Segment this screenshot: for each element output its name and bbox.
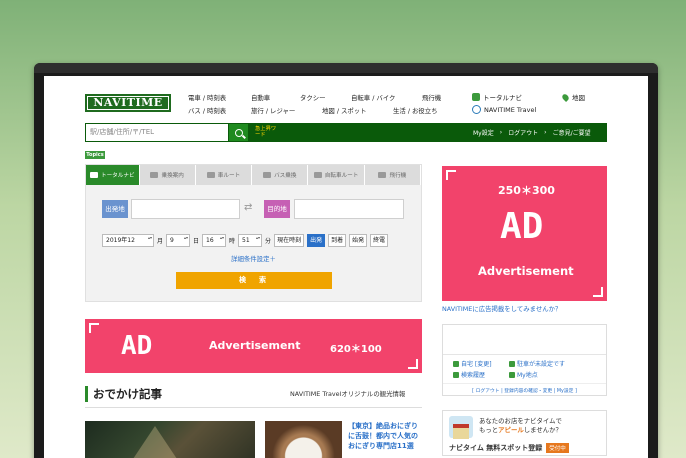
route-tabs: トータルナビ 乗換案内 車ルート バス乗換 自転車ルート 飛行機 [86, 165, 422, 185]
total-navi-link[interactable]: トータルナビ [472, 92, 522, 102]
section-title: おでかけ記事 [85, 386, 162, 402]
corner-mark [408, 359, 418, 369]
nav-row-1: 電車 / 時刻表 自動車 タクシー 自転車 / バイク 飛行機 [188, 93, 458, 102]
my-settings-header [443, 325, 606, 355]
nav-bus[interactable]: バス / 時刻表 [188, 106, 226, 115]
bus-icon [263, 172, 272, 178]
corner-mark [593, 287, 603, 297]
topics-badge[interactable]: Topics [85, 151, 105, 159]
spot-icon [509, 371, 515, 378]
monitor-bezel-top [34, 63, 658, 73]
day-select[interactable]: 9 [166, 234, 191, 247]
promo-text: あなたのお店をナビタイムで もっとアピールしませんか？ [479, 417, 562, 434]
route-search-panel: トータルナビ 乗換案内 車ルート バス乗換 自転車ルート 飛行機 出発地 ⇄ 目… [85, 164, 422, 302]
nav-travel[interactable]: 旅行 / レジャー [251, 106, 295, 115]
tab-bicycle[interactable]: 自転車ルート [308, 165, 365, 185]
swap-icon[interactable]: ⇄ [244, 202, 252, 213]
corner-mark [89, 323, 99, 333]
article-photo-onigiri[interactable] [265, 421, 342, 458]
ad-banner-250x300[interactable]: 250＊300 AD Advertisement [442, 166, 607, 301]
ad-banner-620x100[interactable]: AD Advertisement 620＊100 [85, 319, 422, 373]
nav-map[interactable]: 地図 / スポット [322, 106, 367, 115]
monitor-frame: NAVITIME 電車 / 時刻表 自動車 タクシー 自転車 / バイク 飛行機… [34, 63, 658, 458]
minute-select[interactable]: 51 [238, 234, 263, 247]
plane-icon [378, 172, 387, 178]
tab-plane[interactable]: 飛行機 [364, 165, 422, 185]
shop-icon [449, 416, 473, 439]
mode-first-train[interactable]: 始発 [349, 234, 368, 247]
navitime-page: NAVITIME 電車 / 時刻表 自動車 タクシー 自転車 / バイク 飛行機… [85, 76, 613, 458]
promo-cta[interactable]: ナビタイム 無料スポット登録 受付中 [449, 443, 569, 453]
account-links: My設定 › ログアウト › ご意見/ご要望 [473, 128, 591, 137]
my-settings-box: 自宅 [変更] 駐車が未設定です 検索履歴 My地点 [ ログアウト | 登録内… [442, 324, 607, 396]
article-photo-night-tree[interactable] [85, 421, 255, 458]
tab-bus[interactable]: バス乗換 [252, 165, 309, 185]
nav-train[interactable]: 電車 / 時刻表 [188, 93, 226, 102]
bicycle-icon [313, 172, 322, 178]
status-badge: 受付中 [546, 443, 569, 453]
browser-screen: NAVITIME 電車 / 時刻表 自動車 タクシー 自転車 / バイク 飛行機… [44, 76, 648, 458]
parking-setting-link[interactable]: 駐車が未設定です [509, 359, 565, 368]
home-icon [453, 360, 459, 367]
mode-departure[interactable]: 出発 [307, 234, 326, 247]
map-link[interactable]: 地図 [560, 92, 585, 102]
ad-size-label: 250＊300 [498, 184, 555, 197]
search-icon [234, 128, 243, 137]
nav-taxi[interactable]: タクシー [300, 93, 326, 102]
my-settings-link[interactable]: My設定 [473, 128, 494, 137]
tab-total-navi[interactable]: トータルナビ [86, 165, 140, 185]
my-settings-footer[interactable]: [ ログアウト | 登録内容の確認・変更 | My設定 ] [443, 383, 606, 394]
ad-size-label: 620＊100 [330, 344, 382, 355]
ad-subtitle: Advertisement [478, 264, 574, 278]
parking-icon [509, 360, 515, 367]
ad-title: AD [121, 331, 153, 361]
search-history-link[interactable]: 検索履歴 [453, 370, 485, 379]
my-spots-link[interactable]: My地点 [509, 370, 538, 379]
total-navi-icon [89, 172, 98, 178]
route-search-button[interactable]: 検 索 [176, 272, 332, 289]
mode-arrival[interactable]: 到着 [328, 234, 347, 247]
datetime-row: 2019年12 月 9 日 16 時 51 分 現在時刻 出発 到着 始発 終電 [102, 234, 389, 247]
tab-car[interactable]: 車ルート [195, 165, 253, 185]
nav-row-2: バス / 時刻表 旅行 / レジャー 地図 / スポット 生活 / お役立ち [188, 106, 458, 115]
article-title-link[interactable]: 【東京】絶品おにぎりに舌鼓！都内で人気のおにぎり専門店11選 [348, 421, 423, 451]
search-bar: 駅/店舗/住所/〒/TEL 急上昇ワード My設定 › ログアウト › ご意見/… [85, 123, 607, 142]
hour-select[interactable]: 16 [202, 234, 227, 247]
search-input[interactable]: 駅/店舗/住所/〒/TEL [86, 124, 228, 141]
advertise-link[interactable]: NAVITIMEに広告掲載をしてみませんか？ [442, 304, 561, 313]
trending-keywords[interactable]: 急上昇ワード [255, 126, 279, 138]
feedback-link[interactable]: ご意見/ご要望 [553, 128, 591, 137]
year-month-select[interactable]: 2019年12 [102, 234, 154, 247]
tab-transit[interactable]: 乗換案内 [139, 165, 196, 185]
ad-subtitle: Advertisement [209, 339, 301, 352]
departure-label: 出発地 [102, 200, 128, 218]
nav-life[interactable]: 生活 / お役立ち [393, 106, 438, 115]
car-icon [206, 172, 215, 178]
navitime-logo[interactable]: NAVITIME [85, 94, 171, 112]
mode-last-train[interactable]: 終電 [370, 234, 389, 247]
nav-car[interactable]: 自動車 [251, 93, 270, 102]
departure-input[interactable] [131, 199, 240, 219]
total-navi-icon [472, 93, 480, 101]
nav-plane[interactable]: 飛行機 [422, 93, 441, 102]
destination-label: 目的地 [264, 200, 290, 218]
home-setting-link[interactable]: 自宅 [変更] [453, 359, 492, 368]
section-subtitle[interactable]: NAVITIME Travelオリジナルの観光情報 [290, 389, 405, 398]
logout-link[interactable]: ログアウト [508, 128, 538, 137]
detail-settings-link[interactable]: 詳細条件設定＋ [86, 254, 421, 263]
map-pin-icon [560, 92, 571, 102]
nav-bike[interactable]: 自転車 / バイク [351, 93, 395, 102]
ad-title: AD [500, 206, 544, 247]
navitime-travel-link[interactable]: NAVITIME Travel [472, 105, 536, 114]
destination-input[interactable] [294, 199, 404, 219]
now-button[interactable]: 現在時刻 [274, 234, 305, 247]
train-icon [150, 172, 159, 178]
navitime-travel-icon [472, 105, 481, 114]
search-button[interactable] [229, 124, 248, 141]
divider [85, 407, 422, 408]
spot-registration-promo[interactable]: あなたのお店をナビタイムで もっとアピールしませんか？ ナビタイム 無料スポット… [442, 410, 607, 456]
corner-mark [446, 170, 456, 180]
history-icon [453, 371, 459, 378]
